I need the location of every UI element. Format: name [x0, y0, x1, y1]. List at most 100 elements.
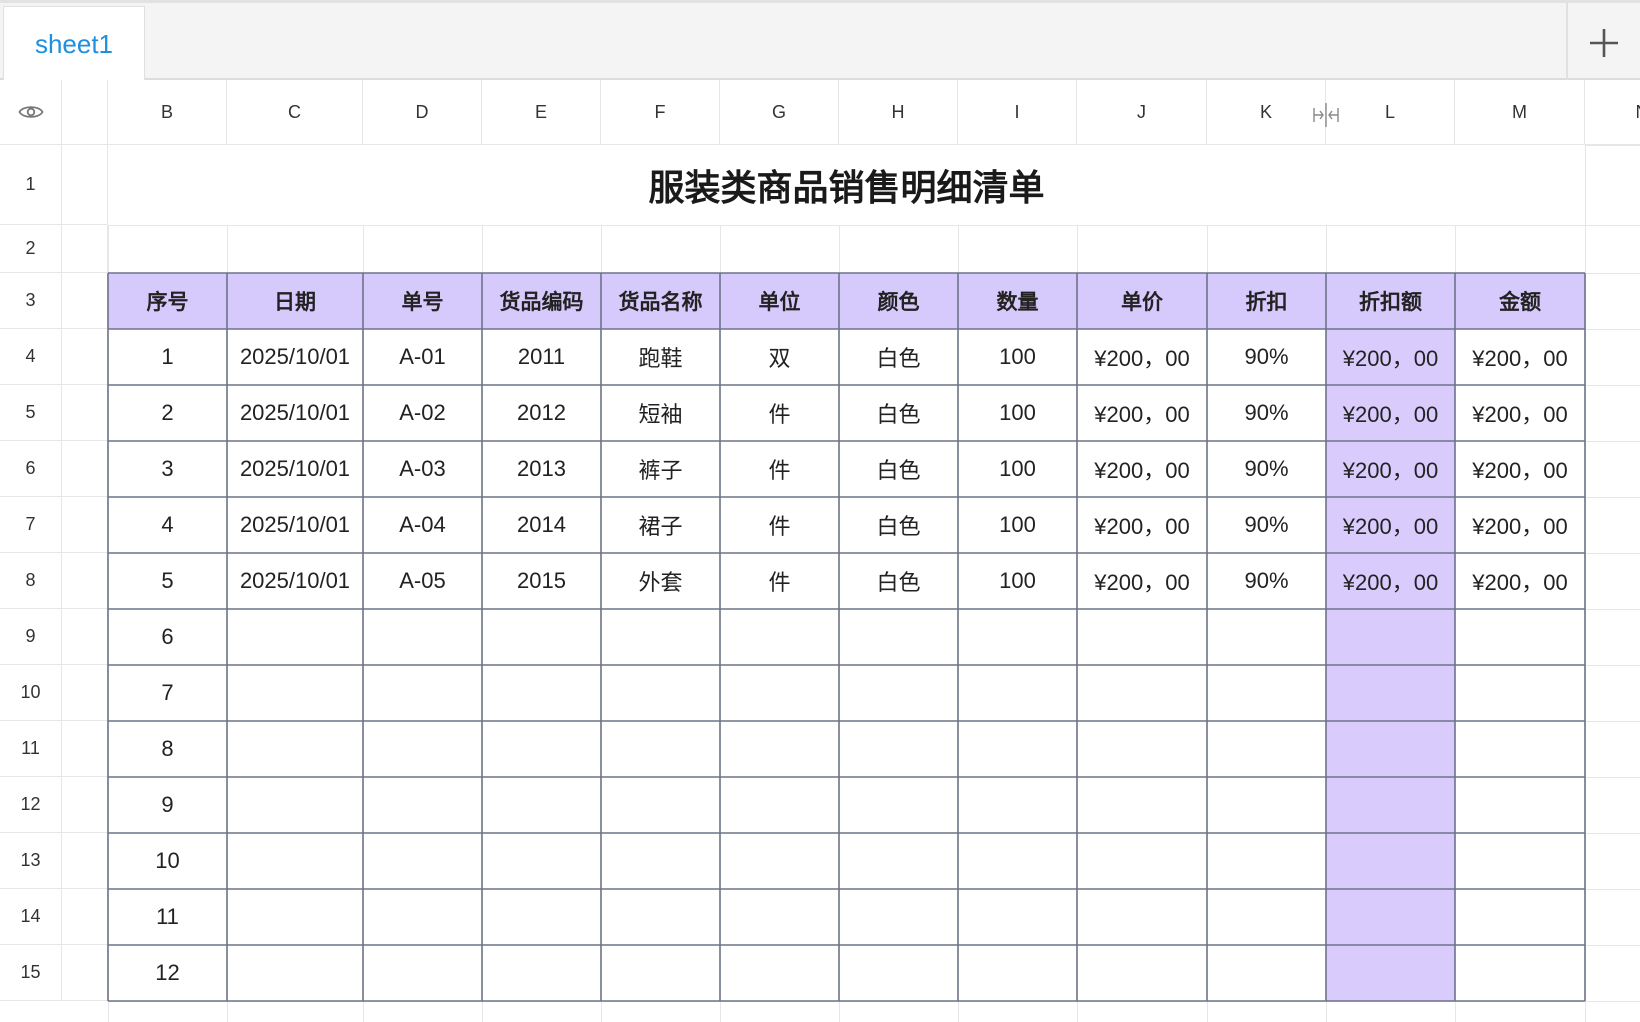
column-header-f[interactable]: F — [601, 80, 720, 145]
cell-a14[interactable] — [62, 889, 108, 945]
row-header-6[interactable]: 6 — [0, 441, 62, 497]
table-cell[interactable]: A-05 — [363, 553, 482, 609]
table-cell[interactable] — [720, 665, 839, 721]
select-all-corner[interactable] — [0, 80, 62, 145]
table-cell[interactable]: 双 — [720, 329, 839, 385]
column-header-e[interactable]: E — [482, 80, 601, 145]
table-cell[interactable]: 2 — [108, 385, 227, 441]
table-cell[interactable] — [227, 665, 363, 721]
table-cell[interactable]: 2012 — [482, 385, 601, 441]
column-header-b[interactable]: B — [108, 80, 227, 145]
column-header-k[interactable]: K — [1207, 80, 1326, 145]
table-cell[interactable] — [958, 889, 1077, 945]
table-cell[interactable] — [839, 833, 958, 889]
table-cell[interactable]: 9 — [108, 777, 227, 833]
table-cell[interactable]: ¥200，00 — [1077, 497, 1207, 553]
table-header-cell[interactable]: 货品名称 — [601, 273, 720, 329]
table-header-cell[interactable]: 折扣 — [1207, 273, 1326, 329]
table-cell[interactable]: ¥200，00 — [1326, 553, 1455, 609]
table-cell[interactable] — [1207, 665, 1326, 721]
table-cell[interactable]: 白色 — [839, 441, 958, 497]
table-cell[interactable] — [958, 721, 1077, 777]
cell-a4[interactable] — [62, 329, 108, 385]
table-cell[interactable] — [363, 833, 482, 889]
row-header-2[interactable]: 2 — [0, 225, 62, 273]
table-cell[interactable] — [839, 609, 958, 665]
table-cell[interactable] — [1326, 833, 1455, 889]
table-cell[interactable]: ¥200，00 — [1077, 329, 1207, 385]
table-cell[interactable] — [1455, 833, 1585, 889]
table-cell[interactable] — [1207, 721, 1326, 777]
table-cell[interactable] — [363, 777, 482, 833]
row-header-14[interactable]: 14 — [0, 889, 62, 945]
table-cell[interactable]: 10 — [108, 833, 227, 889]
table-cell[interactable] — [363, 665, 482, 721]
table-cell[interactable]: 1 — [108, 329, 227, 385]
table-cell[interactable] — [601, 721, 720, 777]
table-cell[interactable] — [1455, 945, 1585, 1001]
table-header-cell[interactable]: 数量 — [958, 273, 1077, 329]
table-header-cell[interactable]: 单号 — [363, 273, 482, 329]
tab-sheet1[interactable]: sheet1 — [3, 6, 145, 82]
row-header-15[interactable]: 15 — [0, 945, 62, 1001]
cell-a13[interactable] — [62, 833, 108, 889]
table-cell[interactable]: 白色 — [839, 553, 958, 609]
table-cell[interactable]: ¥200，00 — [1077, 385, 1207, 441]
table-cell[interactable] — [227, 889, 363, 945]
table-cell[interactable]: ¥200，00 — [1326, 329, 1455, 385]
table-cell[interactable]: ¥200，00 — [1326, 385, 1455, 441]
cell-a10[interactable] — [62, 665, 108, 721]
table-cell[interactable] — [1207, 609, 1326, 665]
table-cell[interactable]: 2025/10/01 — [227, 385, 363, 441]
table-cell[interactable]: ¥200，00 — [1455, 385, 1585, 441]
row-header-9[interactable]: 9 — [0, 609, 62, 665]
row-header-11[interactable]: 11 — [0, 721, 62, 777]
column-header-d[interactable]: D — [363, 80, 482, 145]
table-cell[interactable] — [482, 889, 601, 945]
cell-a11[interactable] — [62, 721, 108, 777]
table-cell[interactable]: 2025/10/01 — [227, 553, 363, 609]
table-cell[interactable] — [839, 889, 958, 945]
cell-a9[interactable] — [62, 609, 108, 665]
table-cell[interactable]: 件 — [720, 497, 839, 553]
table-header-cell[interactable]: 折扣额 — [1326, 273, 1455, 329]
table-cell[interactable] — [601, 609, 720, 665]
table-cell[interactable] — [482, 945, 601, 1001]
column-header-m[interactable]: M — [1455, 80, 1585, 145]
table-cell[interactable]: 5 — [108, 553, 227, 609]
table-cell[interactable]: 100 — [958, 553, 1077, 609]
row-header-7[interactable]: 7 — [0, 497, 62, 553]
table-cell[interactable]: 白色 — [839, 385, 958, 441]
table-cell[interactable] — [363, 721, 482, 777]
table-cell[interactable]: 12 — [108, 945, 227, 1001]
table-cell[interactable]: ¥200，00 — [1455, 329, 1585, 385]
table-cell[interactable]: A-02 — [363, 385, 482, 441]
table-cell[interactable]: ¥200，00 — [1326, 497, 1455, 553]
cell-a3[interactable] — [62, 273, 108, 329]
row-header-12[interactable]: 12 — [0, 777, 62, 833]
table-cell[interactable] — [227, 777, 363, 833]
cell-a5[interactable] — [62, 385, 108, 441]
add-sheet-button[interactable] — [1566, 3, 1640, 83]
table-cell[interactable] — [1207, 889, 1326, 945]
table-cell[interactable] — [1455, 889, 1585, 945]
table-cell[interactable] — [958, 945, 1077, 1001]
cell-a2[interactable] — [62, 225, 108, 273]
table-cell[interactable] — [958, 665, 1077, 721]
table-cell[interactable]: 3 — [108, 441, 227, 497]
table-cell[interactable]: 90% — [1207, 441, 1326, 497]
table-cell[interactable]: ¥200，00 — [1077, 441, 1207, 497]
table-cell[interactable]: 4 — [108, 497, 227, 553]
table-cell[interactable] — [1077, 889, 1207, 945]
table-cell[interactable] — [601, 945, 720, 1001]
table-cell[interactable]: 2011 — [482, 329, 601, 385]
table-cell[interactable] — [482, 777, 601, 833]
row-header-13[interactable]: 13 — [0, 833, 62, 889]
table-cell[interactable]: 2025/10/01 — [227, 329, 363, 385]
table-cell[interactable]: 跑鞋 — [601, 329, 720, 385]
table-header-cell[interactable]: 序号 — [108, 273, 227, 329]
cell-a1[interactable] — [62, 145, 108, 225]
sheet-title[interactable]: 服装类商品销售明细清单 — [108, 145, 1585, 225]
table-cell[interactable] — [227, 945, 363, 1001]
column-header-a[interactable] — [62, 80, 108, 145]
